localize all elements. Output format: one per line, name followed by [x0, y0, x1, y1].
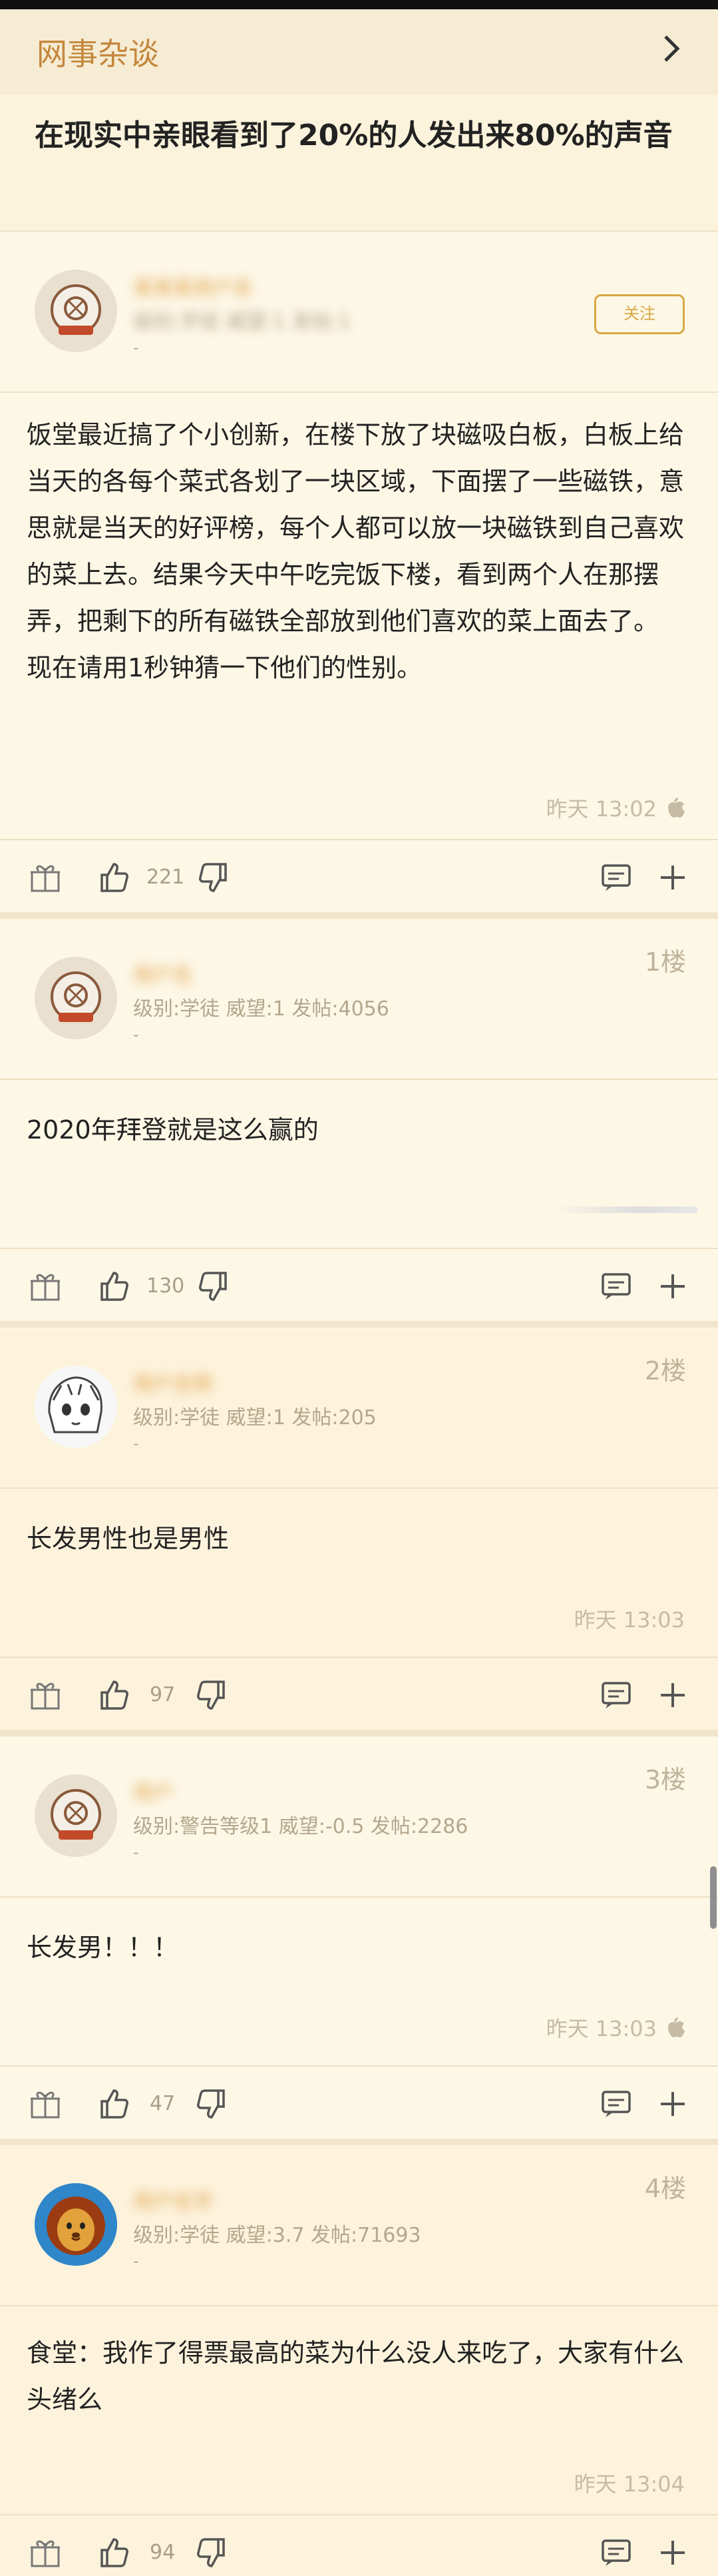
post-header: 用户名称 级别:学徒 威望:1 发帖:205 - 2楼 [0, 1329, 718, 1489]
username[interactable]: 用户名 [133, 959, 193, 988]
avatar[interactable] [35, 2183, 117, 2266]
floor-number: 4楼 [644, 2174, 686, 2203]
forum-header[interactable]: 网事杂谈 [0, 9, 718, 95]
like-count: 97 [150, 1683, 176, 1706]
comment-icon[interactable] [599, 2087, 633, 2121]
user-meta: 级别:学徒 威望:1 发帖:205 [133, 1406, 377, 1429]
user-signature: - [133, 1434, 139, 1453]
user-signature: - [133, 1843, 139, 1862]
status-strip [0, 0, 718, 9]
comment-icon[interactable] [599, 1678, 633, 1712]
user-meta: 级别:学徒 威望:1 发帖:1 [133, 310, 351, 334]
comment-icon[interactable] [599, 860, 633, 895]
action-bar: 97 [0, 1657, 718, 1730]
action-bar: 130 [0, 1248, 718, 1321]
username[interactable]: 用户 [133, 1776, 173, 1806]
plus-icon[interactable] [655, 1678, 690, 1712]
thumbs-up-icon[interactable] [96, 2087, 131, 2121]
post-header: 某某某用户名 级别:学徒 威望:1 发帖:1 - 关注 [0, 233, 718, 393]
user-meta: 级别:学徒 威望:3.7 发帖:71693 [133, 2224, 421, 2247]
post-time-text: 昨天 13:03 [574, 1607, 685, 1633]
thumbs-down-icon[interactable] [194, 2535, 229, 2570]
post-content: 长发男性也是男性 [27, 1524, 230, 1553]
avatar[interactable] [35, 1774, 117, 1857]
post-time-text: 昨天 13:02 [546, 796, 657, 822]
username[interactable]: 用户名称 [133, 1368, 213, 1397]
gift-icon[interactable] [28, 1269, 63, 1304]
reply-post: 用户名称 级别:学徒 威望:1 发帖:205 - 2楼 长发男性也是男性 昨天 … [0, 1329, 718, 1736]
post-content: 食堂：我作了得票最高的菜为什么没人来吃了，大家有什么头绪么 [27, 2338, 685, 2414]
plus-icon[interactable] [655, 860, 690, 895]
forum-name[interactable]: 网事杂谈 [37, 30, 159, 74]
post-content: 长发男！！！ [27, 1933, 179, 1962]
thumbs-up-icon[interactable] [96, 2535, 131, 2570]
thread-title: 在现实中亲眼看到了20%的人发出来80%的声音 [35, 119, 673, 152]
gift-icon[interactable] [28, 1678, 63, 1712]
scrollbar[interactable] [710, 1866, 717, 1929]
post-time: 昨天 13:03 [574, 1603, 685, 1634]
username[interactable]: 某某某用户名 [133, 272, 253, 301]
action-bar: 94 [0, 2514, 718, 2576]
post-content: 饭堂最近搞了个小创新，在楼下放了块磁吸白板，白板上给当天的各每个菜式各划了一块区… [27, 420, 685, 682]
action-bar: 221 [0, 839, 718, 912]
apple-icon [668, 798, 685, 818]
gift-icon[interactable] [28, 2087, 63, 2121]
like-count: 94 [150, 2541, 176, 2564]
post-time-text: 昨天 13:04 [574, 2471, 685, 2497]
thread-title-bar: 在现实中亲眼看到了20%的人发出来80%的声音 [0, 95, 718, 232]
avatar[interactable] [35, 1366, 117, 1448]
user-meta: 级别:警告等级1 威望:-0.5 发帖:2286 [133, 1815, 468, 1838]
post-header: 用户名字 级别:学徒 威望:3.7 发帖:71693 - 4楼 [0, 2147, 718, 2306]
chevron-right-icon[interactable] [661, 33, 681, 71]
apple-icon [668, 2017, 685, 2037]
like-count: 47 [150, 2092, 176, 2115]
original-post: 某某某用户名 级别:学徒 威望:1 发帖:1 - 关注 饭堂最近搞了个小创新，在… [0, 233, 718, 919]
follow-button[interactable]: 关注 [594, 294, 685, 334]
reply-post: 用户 级别:警告等级1 威望:-0.5 发帖:2286 - 3楼 长发男！！！ … [0, 1738, 718, 2145]
post-header: 用户名 级别:学徒 威望:1 发帖:4056 - 1楼 [0, 920, 718, 1080]
post-time-text: 昨天 13:03 [546, 2016, 657, 2041]
user-signature: - [133, 338, 139, 357]
gift-icon[interactable] [28, 2535, 63, 2570]
user-meta: 级别:学徒 威望:1 发帖:4056 [133, 997, 389, 1021]
plus-icon[interactable] [655, 1269, 690, 1304]
thumbs-down-icon[interactable] [196, 860, 231, 895]
avatar[interactable] [35, 957, 117, 1039]
thumbs-down-icon[interactable] [194, 2087, 229, 2121]
floor-number: 1楼 [644, 947, 686, 977]
like-count: 221 [146, 866, 185, 889]
thumbs-up-icon[interactable] [96, 1269, 131, 1304]
avatar[interactable] [35, 270, 117, 352]
reply-post: 用户名 级别:学徒 威望:1 发帖:4056 - 1楼 2020年拜登就是这么赢… [0, 920, 718, 1328]
like-count: 130 [146, 1274, 185, 1298]
reply-post: 用户名字 级别:学徒 威望:3.7 发帖:71693 - 4楼 食堂：我作了得票… [0, 2147, 718, 2576]
thumbs-up-icon[interactable] [96, 860, 131, 895]
post-time: 昨天 13:02 [546, 792, 685, 823]
post-header: 用户 级别:警告等级1 威望:-0.5 发帖:2286 - 3楼 [0, 1738, 718, 1898]
plus-icon[interactable] [655, 2535, 690, 2570]
post-content: 2020年拜登就是这么赢的 [27, 1115, 319, 1145]
username[interactable]: 用户名字 [133, 2185, 213, 2214]
user-signature: - [133, 2252, 139, 2270]
post-time: 昨天 13:04 [574, 2467, 685, 2498]
gift-icon[interactable] [28, 860, 63, 895]
action-bar: 47 [0, 2065, 718, 2139]
comment-icon[interactable] [599, 1269, 633, 1304]
plus-icon[interactable] [655, 2087, 690, 2121]
user-signature: - [133, 1025, 139, 1044]
thumbs-up-icon[interactable] [96, 1678, 131, 1712]
image-placeholder [552, 1206, 698, 1213]
thumbs-down-icon[interactable] [196, 1269, 231, 1304]
thumbs-down-icon[interactable] [194, 1678, 229, 1712]
comment-icon[interactable] [599, 2535, 633, 2570]
floor-number: 3楼 [644, 1765, 686, 1794]
post-time: 昨天 13:03 [546, 2012, 685, 2043]
floor-number: 2楼 [644, 1356, 686, 1386]
